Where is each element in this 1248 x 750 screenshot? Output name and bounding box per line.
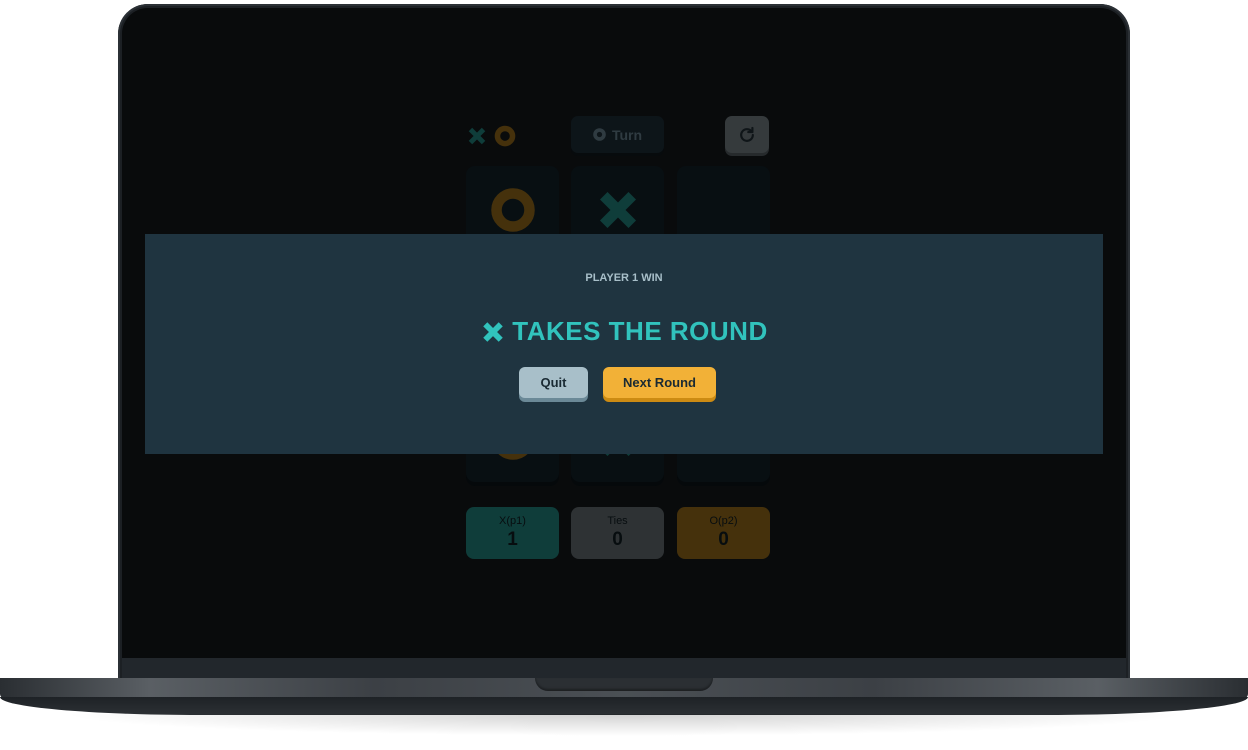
result-title-text: TAKES THE ROUND (512, 316, 768, 346)
laptop-shadow (60, 714, 1188, 736)
round-result-modal: PLAYER 1 WIN TAKES THE ROUND Quit Next R… (145, 234, 1103, 454)
screen-bezel-bottom (122, 658, 1126, 680)
result-title: TAKES THE ROUND (145, 316, 1103, 347)
laptop-screen: Turn X(p1) 1 Ties 0 O(p2) 0 PLAYER 1 WIN (122, 8, 1126, 658)
laptop-base-bottom (0, 697, 1248, 715)
next-round-button[interactable]: Next Round (603, 367, 716, 398)
lid-notch (535, 678, 713, 691)
result-label: PLAYER 1 WIN (585, 272, 663, 284)
quit-button[interactable]: Quit (519, 367, 588, 398)
x-icon (483, 321, 504, 342)
